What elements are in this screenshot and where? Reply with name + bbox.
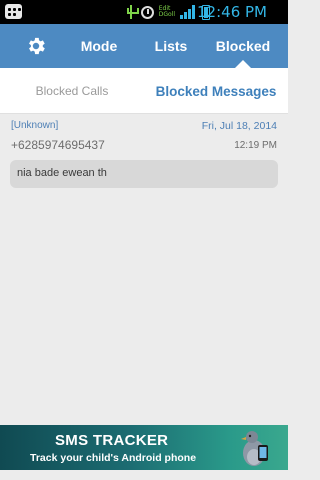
message-date: Fri, Jul 18, 2014 (201, 120, 277, 132)
tab-mode[interactable]: Mode (70, 24, 128, 68)
bottom-strip (0, 470, 288, 480)
signal-icon (180, 5, 195, 19)
blocked-message-item[interactable]: [Unknown] Fri, Jul 18, 2014 +62859746954… (0, 114, 288, 194)
settings-button[interactable] (24, 34, 48, 58)
tab-blocked-messages[interactable]: Blocked Messages (150, 68, 282, 114)
sub-tabs: Blocked Calls Blocked Messages (0, 68, 288, 114)
gear-icon (29, 37, 45, 55)
bbm-notification-icon (5, 4, 22, 19)
message-bubble: nia bade ewean th (10, 160, 278, 188)
message-sender: [Unknown] (11, 120, 59, 131)
ad-subtitle: Track your child's Android phone (30, 452, 197, 464)
tab-blocked-calls[interactable]: Blocked Calls (22, 68, 122, 114)
alarm-icon (140, 5, 154, 19)
pigeon-icon (241, 431, 268, 466)
message-phone-number: +6285974695437 (11, 138, 105, 152)
ad-banner[interactable]: SMS TRACKER Track your child's Android p… (0, 425, 288, 470)
status-bar: Edit DGoll 12:46 PM (0, 0, 288, 24)
tab-lists[interactable]: Lists (142, 24, 200, 68)
message-text: nia bade ewean th (17, 167, 107, 179)
data-indicator: Edit DGoll (158, 5, 175, 18)
active-tab-indicator (235, 60, 251, 68)
message-time: 12:19 PM (234, 140, 277, 151)
ad-title: SMS TRACKER (55, 432, 169, 449)
status-time: 12:46 PM (197, 3, 267, 21)
usb-icon (126, 5, 139, 19)
